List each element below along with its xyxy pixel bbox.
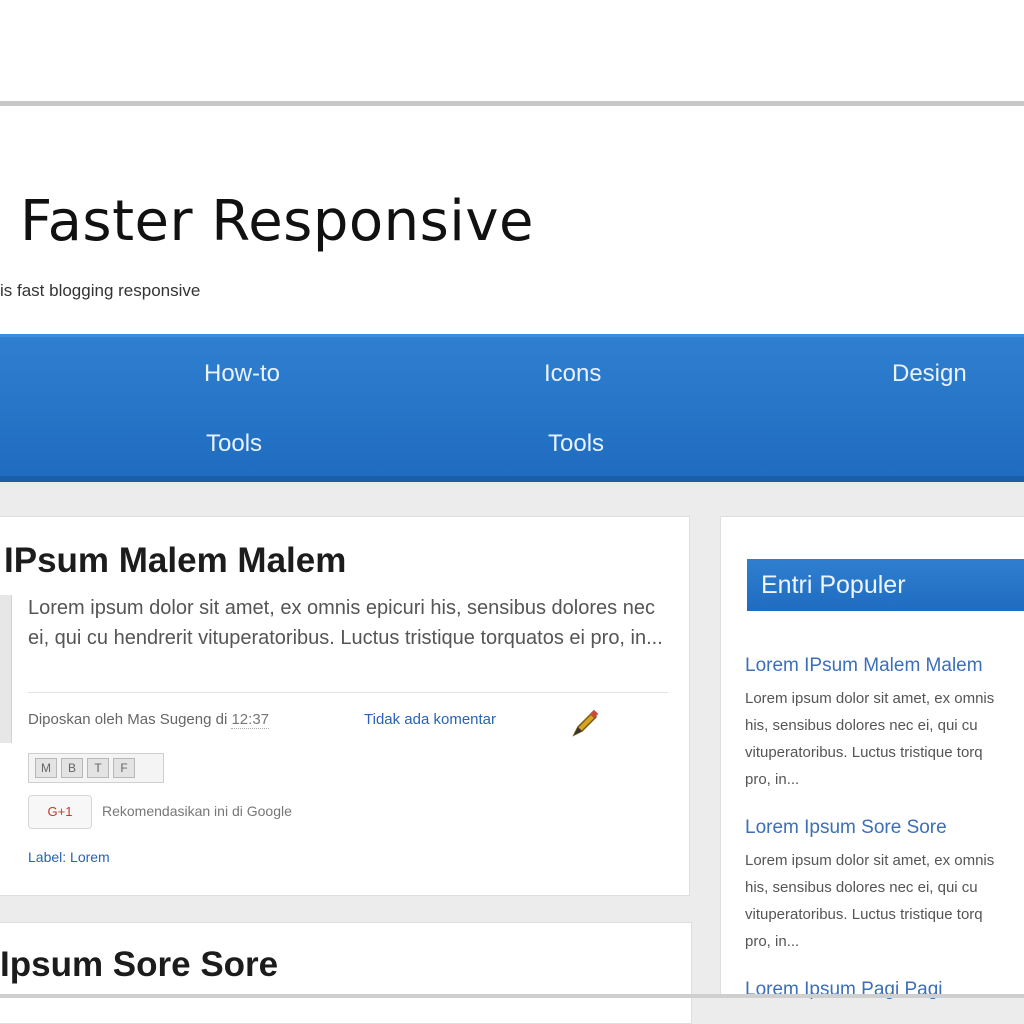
post-title[interactable]: IPsum Malem Malem <box>4 539 346 583</box>
popular-post-item: Lorem Ipsum Sore Sore Lorem ipsum dolor … <box>745 815 1024 955</box>
share-email-button[interactable]: M <box>35 758 57 778</box>
pencil-icon[interactable] <box>568 707 602 741</box>
popular-posts-title: Entri Populer <box>747 559 1024 611</box>
post-title-2[interactable]: Ipsum Sore Sore <box>0 943 278 987</box>
popular-post-item: Lorem IPsum Malem Malem Lorem ipsum dolo… <box>745 653 1024 793</box>
post-card-2: Ipsum Sore Sore <box>0 922 692 1024</box>
site-title[interactable]: Faster Responsive <box>20 190 534 254</box>
popular-post-link[interactable]: Lorem Ipsum Pagi Pagi <box>745 977 1024 1003</box>
nav-item-tools-2[interactable]: Tools <box>548 429 604 459</box>
post-meta: Diposkan oleh Mas Sugeng di 12:37 <box>28 711 270 729</box>
popular-post-item: Lorem Ipsum Pagi Pagi <box>745 977 1024 1003</box>
site-tagline: is fast blogging responsive <box>0 281 201 300</box>
page-frame: Faster Responsive is fast blogging respo… <box>0 0 1024 1024</box>
post-categories[interactable]: Label: Lorem <box>28 849 110 865</box>
gplus-button[interactable]: G+1 <box>28 795 92 829</box>
main-nav: How-to Icons Design Tools Tools <box>0 334 1024 482</box>
share-twitter-button[interactable]: T <box>87 758 109 778</box>
top-divider <box>0 101 1024 106</box>
post-date[interactable]: 12:37 <box>231 711 270 729</box>
sidebar: Entri Populer Lorem IPsum Malem Malem Lo… <box>720 516 1024 1000</box>
nav-item-design[interactable]: Design <box>892 359 967 389</box>
comment-link[interactable]: Tidak ada komentar <box>364 711 496 728</box>
post-thumbnail <box>0 595 12 743</box>
share-facebook-button[interactable]: F <box>113 758 135 778</box>
share-blog-button[interactable]: B <box>61 758 83 778</box>
popular-post-snippet: Lorem ipsum dolor sit amet, ex omnis his… <box>745 852 995 950</box>
popular-post-snippet: Lorem ipsum dolor sit amet, ex omnis his… <box>745 690 995 788</box>
post-card: IPsum Malem Malem Lorem ipsum dolor sit … <box>0 516 690 896</box>
bottom-divider <box>0 994 1024 998</box>
nav-item-icons[interactable]: Icons <box>544 359 601 389</box>
share-bar: M B T F <box>28 753 164 783</box>
popular-post-link[interactable]: Lorem Ipsum Sore Sore <box>745 815 1024 841</box>
post-excerpt: Lorem ipsum dolor sit amet, ex omnis epi… <box>28 597 663 649</box>
nav-item-tools[interactable]: Tools <box>206 429 262 459</box>
gplus-text: Rekomendasikan ini di Google <box>102 803 292 819</box>
nav-item-how-to[interactable]: How-to <box>204 359 280 389</box>
post-meta-prefix: Diposkan oleh Mas Sugeng di <box>28 711 228 728</box>
post-divider <box>28 692 668 693</box>
popular-post-link[interactable]: Lorem IPsum Malem Malem <box>745 653 1024 679</box>
